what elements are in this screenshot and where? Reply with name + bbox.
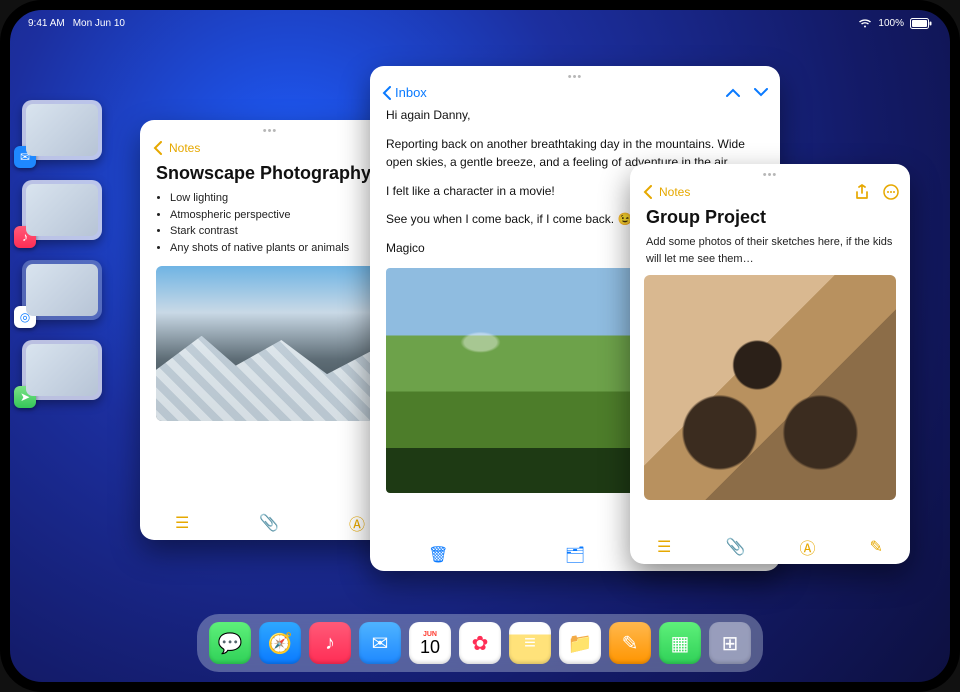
- compose-icon[interactable]: ✎: [870, 537, 883, 557]
- attachment-icon[interactable]: 📎: [725, 537, 745, 557]
- dock-numbers-icon[interactable]: ▦: [659, 622, 701, 664]
- ipad-frame: 9:41 AM Mon Jun 10 100% ✉︎ ♪ ◎ ➤ •••: [0, 0, 960, 692]
- note-bullet: Stark contrast: [170, 223, 384, 240]
- note-title: Snowscape Photography: [140, 159, 400, 190]
- archive-folder-icon[interactable]: 🗂: [507, 545, 644, 565]
- dock-mail-icon[interactable]: ✉︎: [359, 622, 401, 664]
- stage-manager-strip: ✉︎ ♪ ◎ ➤: [22, 100, 104, 400]
- note-title: Group Project: [630, 203, 910, 234]
- note-bullet: Atmospheric perspective: [170, 207, 384, 224]
- status-time: 9:41 AM: [28, 18, 65, 29]
- attachment-icon[interactable]: 📎: [259, 513, 279, 533]
- mail-app-icon: ✉︎: [14, 146, 36, 168]
- stage-thumb-maps[interactable]: ➤: [22, 340, 102, 400]
- maps-app-icon: ➤: [14, 386, 36, 408]
- note-body: Low lighting Atmospheric perspective Sta…: [140, 190, 400, 256]
- calendar-day: 10: [420, 638, 440, 656]
- mail-back-label[interactable]: Inbox: [395, 85, 427, 100]
- dock-safari-icon[interactable]: 🧭: [259, 622, 301, 664]
- dock-files-icon[interactable]: 📁: [559, 622, 601, 664]
- trash-icon[interactable]: 🗑: [370, 545, 507, 565]
- battery-percent: 100%: [878, 18, 904, 29]
- notes-back-label[interactable]: Notes: [169, 141, 200, 155]
- dock-app-library-icon[interactable]: ⊞: [709, 622, 751, 664]
- note-image-snowscape: [156, 266, 384, 421]
- window-handle-icon[interactable]: •••: [140, 120, 400, 137]
- dock-messages-icon[interactable]: 💬: [209, 622, 251, 664]
- notes-toolbar: ☰ 📎 Ⓐ: [140, 506, 400, 540]
- status-bar: 9:41 AM Mon Jun 10 100%: [10, 14, 950, 32]
- stage-thumb-music[interactable]: ♪: [22, 180, 102, 240]
- wifi-icon: [858, 18, 872, 28]
- note-bullet: Any shots of native plants or animals: [170, 240, 384, 257]
- stage-thumb-mail[interactable]: ✉︎: [22, 100, 102, 160]
- mail-greeting: Hi again Danny,: [386, 106, 764, 125]
- stage-thumb-safari[interactable]: ◎: [22, 260, 102, 320]
- dock-pages-icon[interactable]: ✎: [609, 622, 651, 664]
- back-chevron-icon[interactable]: [382, 86, 391, 100]
- dock-notes-icon[interactable]: ≡: [509, 622, 551, 664]
- dock-photos-icon[interactable]: ✿: [459, 622, 501, 664]
- dock: 💬 🧭 ♪ ✉︎ JUN 10 ✿ ≡ 📁 ✎ ▦ ⊞: [197, 614, 763, 672]
- window-handle-icon[interactable]: •••: [630, 164, 910, 181]
- markup-icon[interactable]: Ⓐ: [799, 535, 815, 559]
- checklist-icon[interactable]: ☰: [657, 537, 671, 557]
- back-chevron-icon[interactable]: [148, 139, 166, 157]
- window-handle-icon[interactable]: •••: [370, 66, 780, 83]
- music-app-icon: ♪: [14, 226, 36, 248]
- note-bullet: Low lighting: [170, 190, 384, 207]
- more-options-icon[interactable]: [882, 183, 900, 201]
- markup-icon[interactable]: Ⓐ: [349, 511, 365, 535]
- checklist-icon[interactable]: ☰: [175, 513, 189, 533]
- dock-calendar-icon[interactable]: JUN 10: [409, 622, 451, 664]
- prev-message-chevron-up-icon[interactable]: [726, 88, 740, 97]
- notes-window-snowscape[interactable]: ••• Notes Snowscape Photography Low ligh…: [140, 120, 400, 540]
- status-date: Mon Jun 10: [73, 18, 125, 29]
- note-image-kids: [644, 275, 896, 500]
- dock-music-icon[interactable]: ♪: [309, 622, 351, 664]
- notes-window-group-project[interactable]: ••• Notes Group Project Add some photos …: [630, 164, 910, 564]
- notes-toolbar: ☰ 📎 Ⓐ ✎: [630, 530, 910, 564]
- notes-back-label[interactable]: Notes: [659, 185, 690, 199]
- back-chevron-icon[interactable]: [638, 183, 656, 201]
- next-message-chevron-down-icon[interactable]: [754, 88, 768, 97]
- share-icon[interactable]: [853, 183, 871, 201]
- safari-app-icon: ◎: [14, 306, 36, 328]
- note-body: Add some photos of their sketches here, …: [630, 234, 910, 267]
- battery-icon: [910, 18, 932, 29]
